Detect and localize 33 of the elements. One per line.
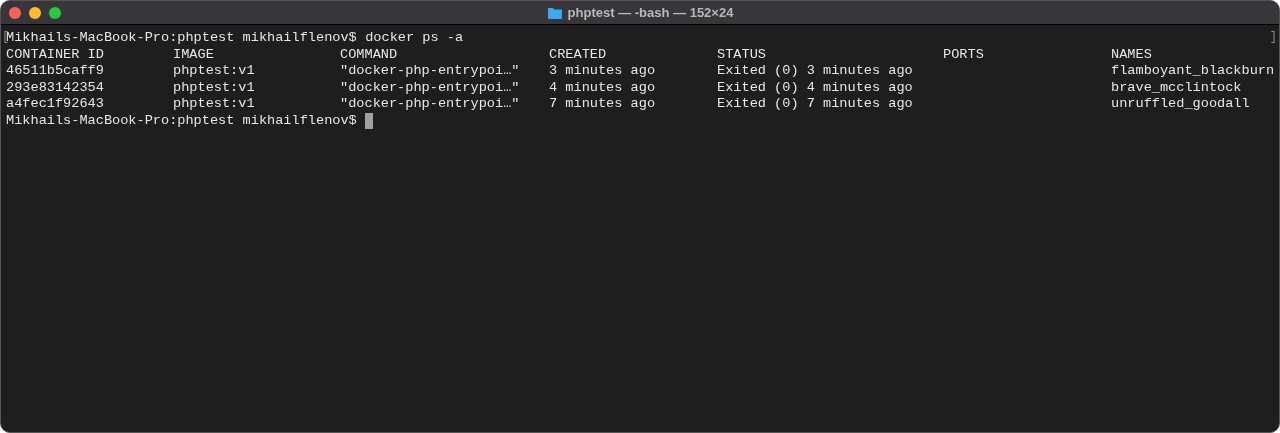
table-cell-text: 293e83142354 [6,79,105,97]
window-title: phptest — -bash — 152×24 [567,4,734,23]
close-button[interactable] [9,6,21,19]
column-header: STATUS [717,46,767,64]
table-cell-text: 3 minutes ago [549,63,657,80]
folder-icon [546,6,563,20]
table-cell-text: Exited (0) 7 minutes ago [717,96,914,113]
column-header: PORTS [943,46,985,64]
shell-prompt: Mikhails-MacBook-Pro:phptest mikhailflenov$ [6,112,357,130]
table-cell-text: "docker-php-entrypoi…" [340,63,521,80]
column-header: NAMES [1111,46,1153,64]
table-cell-text: Exited (0) 3 minutes ago [717,63,914,80]
column-header: COMMAND [340,46,399,64]
zoom-button[interactable] [49,6,61,19]
command-text: docker ps -a [365,30,464,47]
table-cell-text: 7 minutes ago [549,96,657,113]
column-header: CONTAINER ID [6,46,105,64]
table-cell-text: phptest:v1 [173,96,256,113]
table-cell-text: Exited (0) 4 minutes ago [717,79,914,97]
table-cell-text: "docker-php-entrypoi…" [340,79,521,97]
table-cell-text: flamboyant_blackburn [1111,63,1276,80]
table-cell-text: phptest:v1 [173,63,256,80]
column-header: IMAGE [173,46,215,64]
minimize-button[interactable] [29,6,41,19]
table-cell-text: unruffled_goodall [1111,96,1251,113]
table-cell-text: phptest:v1 [173,79,256,97]
line-mark: ] [1269,29,1277,46]
table-cell-text: 46511b5caff9 [6,63,105,80]
table-cell-text: a4fec1f92643 [6,96,105,113]
table-cell-text: brave_mcclintock [1111,79,1243,97]
column-header: CREATED [549,46,608,64]
table-cell-text: "docker-php-entrypoi…" [340,96,521,113]
table-cell-text: 4 minutes ago [549,79,657,97]
